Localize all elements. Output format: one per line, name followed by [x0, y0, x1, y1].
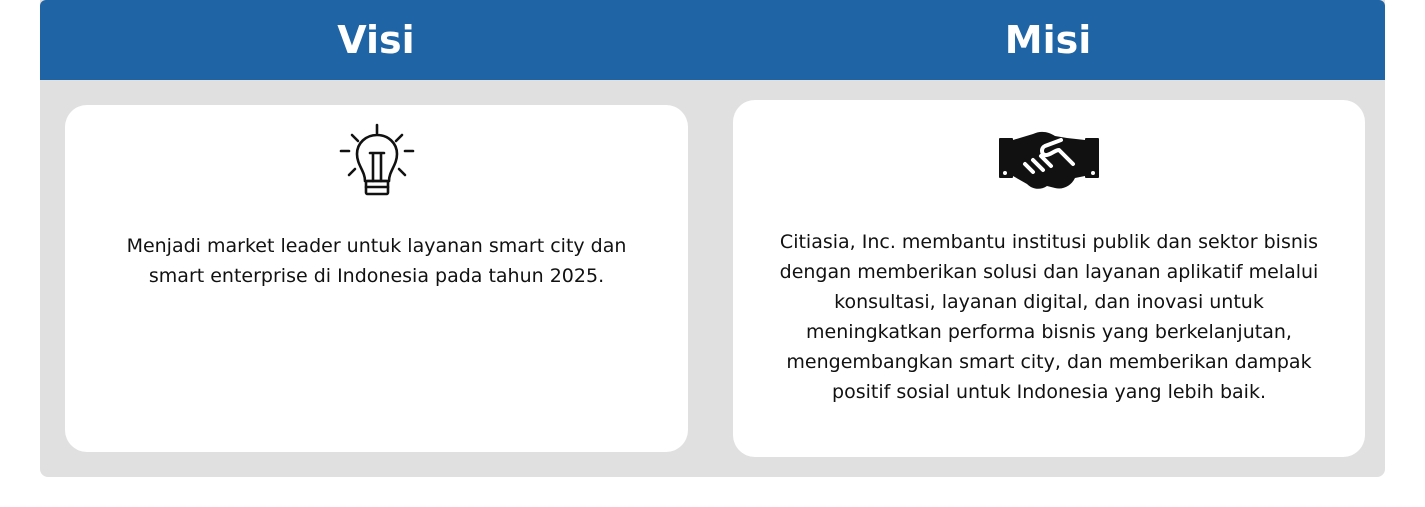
lightbulb-icon — [339, 123, 415, 199]
misi-text: Citiasia, Inc. membantu institusi publik… — [779, 231, 1319, 403]
visi-misi-panel: Visi Misi Menjadi market leader untuk la… — [40, 0, 1385, 477]
visi-heading: Visi — [337, 18, 415, 62]
misi-heading: Misi — [1004, 18, 1092, 62]
visi-text: Menjadi market leader untuk layanan smar… — [126, 235, 627, 287]
header-bar: Visi Misi — [40, 0, 1385, 80]
visi-card: Menjadi market leader untuk layanan smar… — [65, 105, 688, 452]
handshake-icon — [997, 128, 1101, 192]
misi-card: Citiasia, Inc. membantu institusi publik… — [733, 100, 1365, 457]
